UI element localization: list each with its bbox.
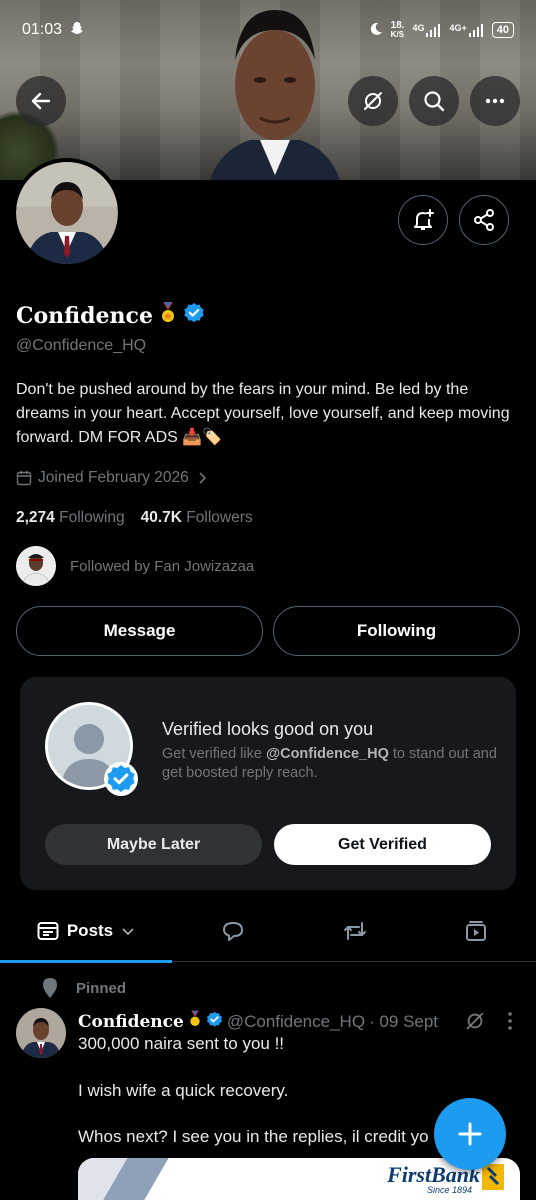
following-label: Following xyxy=(59,509,125,526)
repost-icon xyxy=(344,922,366,940)
video-icon xyxy=(466,921,486,941)
back-button[interactable] xyxy=(16,76,66,126)
grok-icon xyxy=(364,92,382,110)
verified-promo-card: Verified looks good on you Get verified … xyxy=(20,677,516,890)
bell-plus-icon xyxy=(414,209,434,230)
medal-icon xyxy=(188,1010,202,1033)
followers-label: Followers xyxy=(186,509,253,526)
profile-avatar-image xyxy=(16,162,118,264)
tab-replies[interactable] xyxy=(172,900,294,962)
promo-description: Get verified like @Confidence_HQ to stan… xyxy=(162,745,502,783)
search-icon xyxy=(424,91,445,112)
arrow-left-icon xyxy=(31,92,51,110)
signal-2-label: 4G+ xyxy=(449,23,467,33)
chevron-right-icon xyxy=(199,472,206,484)
media-since-text: Since 1894 xyxy=(426,1185,472,1195)
follow-stats: 2,274 Following 40.7K Followers xyxy=(16,509,253,527)
pinned-label: Pinned xyxy=(76,979,127,997)
signal-2: 4G+ xyxy=(449,23,483,37)
followed-by[interactable]: Followed by Fan Jowizazaa xyxy=(16,546,254,586)
post-author-avatar[interactable] xyxy=(16,1008,66,1058)
net-speed-unit: K/S xyxy=(390,30,404,39)
share-button[interactable] xyxy=(459,195,509,245)
profile-tabs: Posts xyxy=(0,900,536,963)
following-count: 2,274 xyxy=(16,509,55,526)
status-bar: 01:03 18. K/S 4G 4G+ 40 xyxy=(0,0,536,60)
plus-icon xyxy=(458,1122,482,1146)
reply-bubble-icon xyxy=(223,922,243,941)
post-author-name[interactable]: Confidence xyxy=(78,1012,184,1032)
active-tab-indicator xyxy=(0,960,172,963)
promo-desc-handle: @Confidence_HQ xyxy=(265,746,389,762)
post-text-line-1: 300,000 naira sent to you !! xyxy=(78,1034,285,1053)
more-button[interactable] xyxy=(470,76,520,126)
profile-bio: Don't be pushed around by the fears in y… xyxy=(16,381,510,446)
moon-icon xyxy=(369,22,383,39)
battery-indicator: 40 xyxy=(491,22,514,38)
promo-desc-prefix: Get verified like xyxy=(162,746,266,762)
notifications-button[interactable] xyxy=(398,195,448,245)
tab-posts-label: Posts xyxy=(66,921,114,940)
followed-by-text: Followed by Fan Jowizazaa xyxy=(70,557,255,575)
follower-avatar xyxy=(16,546,56,586)
tab-posts[interactable]: Posts xyxy=(0,900,172,963)
grok-button[interactable] xyxy=(348,76,398,126)
signal-1: 4G xyxy=(412,23,441,37)
profile-name-text: Confidence xyxy=(16,303,153,329)
posts-icon xyxy=(37,922,59,940)
profile-avatar[interactable] xyxy=(12,158,122,268)
pin-icon xyxy=(43,978,57,998)
followers-count: 40.7K xyxy=(140,509,182,526)
signal-bars-icon xyxy=(468,24,483,37)
media-graphic xyxy=(78,1158,208,1200)
grok-icon xyxy=(466,1012,484,1030)
tab-reposts[interactable] xyxy=(294,900,416,962)
chevron-down-icon xyxy=(122,928,134,936)
promo-title: Verified looks good on you xyxy=(162,719,374,739)
maybe-later-button[interactable]: Maybe Later xyxy=(45,824,262,865)
post-author-handle: @Confidence_HQ xyxy=(226,1011,366,1031)
pinned-indicator: Pinned xyxy=(40,977,126,999)
verified-badge-icon[interactable] xyxy=(183,302,205,330)
joined-date[interactable]: Joined February 2026 xyxy=(16,469,209,487)
get-verified-button[interactable]: Get Verified xyxy=(274,824,491,865)
joined-date-text: Joined February 2026 xyxy=(38,469,189,486)
post-grok-button[interactable] xyxy=(464,1010,486,1037)
net-speed: 18. K/S xyxy=(390,20,405,40)
tab-media[interactable] xyxy=(416,900,536,962)
post-header: Confidence @Confidence_HQ · 09 Sept xyxy=(78,1010,458,1033)
status-time: 01:03 xyxy=(22,21,63,38)
following-stat[interactable]: 2,274 Following xyxy=(16,509,125,527)
share-icon xyxy=(474,209,494,231)
post-text-line-3: Whos next? I see you in the replies, il … xyxy=(78,1127,429,1146)
post-text-line-2: I wish wife a quick recovery. xyxy=(78,1081,289,1100)
profile-handle: @Confidence_HQ xyxy=(16,337,147,354)
post-date: · 09 Sept xyxy=(369,1011,439,1031)
compose-button[interactable] xyxy=(434,1098,506,1170)
medal-icon xyxy=(159,302,177,330)
signal-bars-icon xyxy=(426,24,441,37)
message-button[interactable]: Message xyxy=(16,606,263,656)
signal-1-label: 4G xyxy=(412,23,425,33)
calendar-icon xyxy=(16,471,32,486)
verified-badge-icon xyxy=(206,1011,223,1033)
followers-stat[interactable]: 40.7K Followers xyxy=(141,509,253,527)
following-button[interactable]: Following xyxy=(273,606,520,656)
promo-verified-icon xyxy=(104,762,138,796)
search-button[interactable] xyxy=(409,76,459,126)
more-dots-icon xyxy=(485,98,505,104)
snapchat-icon xyxy=(70,21,84,40)
profile-name: Confidence xyxy=(16,302,205,330)
post-more-button[interactable] xyxy=(502,1010,518,1037)
net-speed-value: 18. xyxy=(390,20,405,31)
post-author-avatar-image xyxy=(16,1008,66,1058)
more-vertical-icon xyxy=(508,1012,512,1030)
